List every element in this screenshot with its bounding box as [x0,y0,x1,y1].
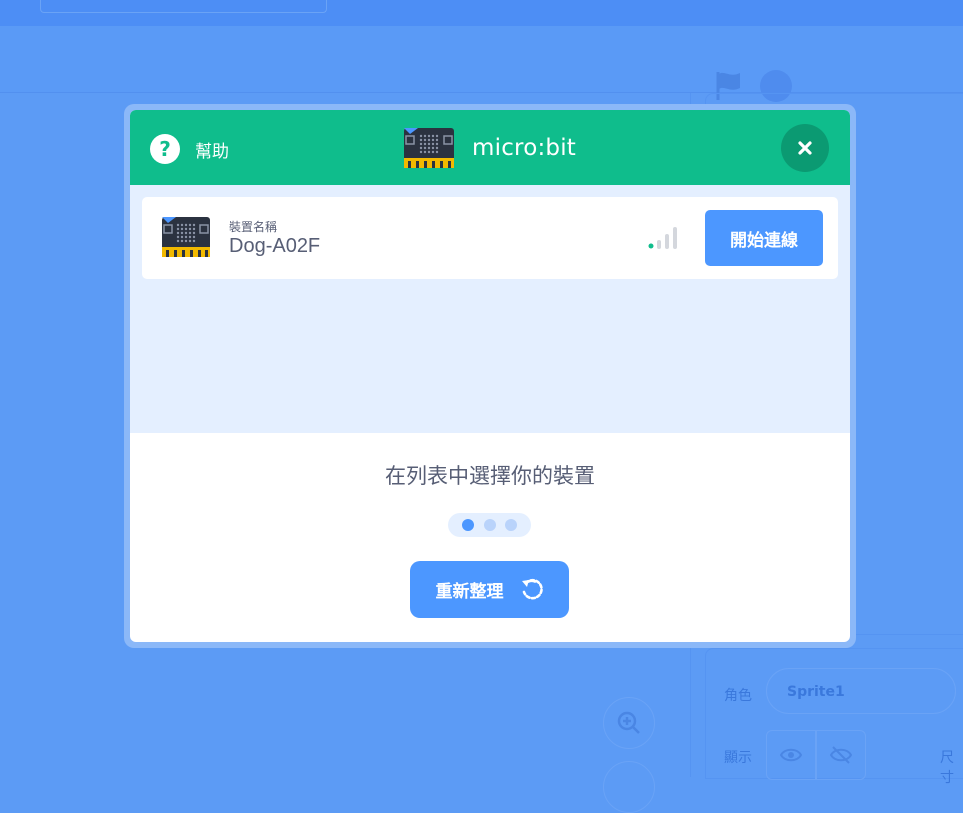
device-name-caption: 裝置名稱 [229,220,278,234]
device-list-item: 裝置名稱 Dog-A02F 開始連線 [142,197,838,279]
zoom-in-icon [603,697,655,749]
refresh-icon [521,578,543,599]
sprite-name-field: Sprite1 [766,668,956,714]
microbit-icon [404,128,454,168]
show-label: 顯示 [724,750,752,766]
help-button[interactable]: ? 幫助 [150,134,229,164]
modal-header: ? 幫助 micro:bit [130,110,850,185]
step-indicator [448,513,531,537]
hide-eye-icon [816,730,866,780]
device-list: 裝置名稱 Dog-A02F 開始連線 [130,185,850,433]
connection-modal: ? 幫助 micro:bit 裝置名稱 Dog-A02F 開始連線 在列表中選擇… [130,110,850,642]
refresh-label: 重新整理 [435,582,504,602]
project-title-input [40,0,327,13]
modal-title-text: micro:bit [472,135,577,161]
microbit-device-icon [162,217,210,257]
modal-title: micro:bit [404,128,576,168]
step-dot [483,519,496,531]
close-button[interactable] [781,124,829,172]
menu-bar [0,0,963,26]
device-name: Dog-A02F [229,235,321,257]
stage-toolbar [0,26,963,102]
step-dot [505,519,518,531]
zoom-out-icon [603,761,655,813]
signal-strength-icon [648,227,677,249]
step-dot [461,519,474,531]
sprite-label: 角色 [724,688,752,704]
help-icon: ? [150,134,180,164]
show-eye-icon [766,730,816,780]
connect-button[interactable]: 開始連線 [705,210,823,266]
close-icon [798,141,812,155]
refresh-button[interactable]: 重新整理 [410,561,569,618]
help-label: 幫助 [195,141,229,162]
size-label: 尺寸 [940,750,954,786]
instructions-text: 在列表中選擇你的裝置 [385,464,595,488]
